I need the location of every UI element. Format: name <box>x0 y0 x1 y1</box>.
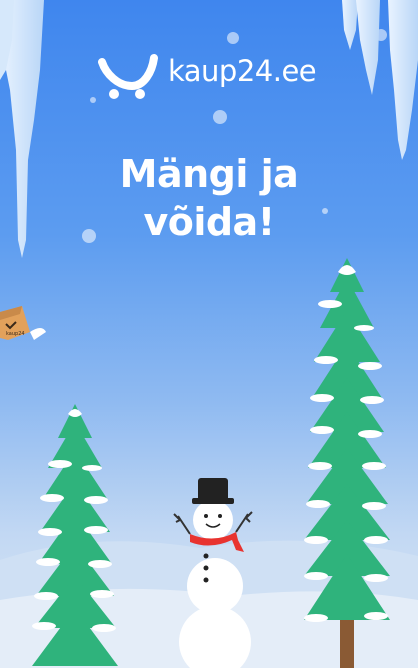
icicle-right-2 <box>356 0 380 95</box>
tree-trunk <box>340 616 354 668</box>
snowman-arm-right <box>235 511 253 533</box>
right-tree <box>304 258 390 668</box>
package-wing <box>30 328 46 340</box>
snowman-head <box>193 500 233 540</box>
snowman-eye <box>204 514 208 518</box>
flying-package: kaup24 <box>0 306 46 340</box>
package-label: kaup24 <box>6 331 25 337</box>
icicle-right-1 <box>342 0 358 50</box>
snowman-arm-left <box>173 513 191 535</box>
game-scene[interactable]: kaup24.ee Mängi ja võida! kaup24 <box>0 0 418 668</box>
headline-line-1: Mängi ja <box>119 152 299 196</box>
headline: Mängi ja võida! <box>0 150 418 246</box>
left-tree <box>32 404 118 666</box>
headline-line-2: võida! <box>143 200 275 244</box>
icicle-right-3 <box>388 0 418 160</box>
snowman-eye <box>218 514 222 518</box>
shopping-cart-logo-icon <box>98 54 158 99</box>
brand-logo[interactable]: kaup24.ee <box>96 52 336 104</box>
snowman[interactable] <box>170 474 260 668</box>
brand-name: kaup24.ee <box>168 54 317 88</box>
snowman-body-bottom <box>179 606 251 668</box>
snowman-body-middle <box>187 558 243 614</box>
